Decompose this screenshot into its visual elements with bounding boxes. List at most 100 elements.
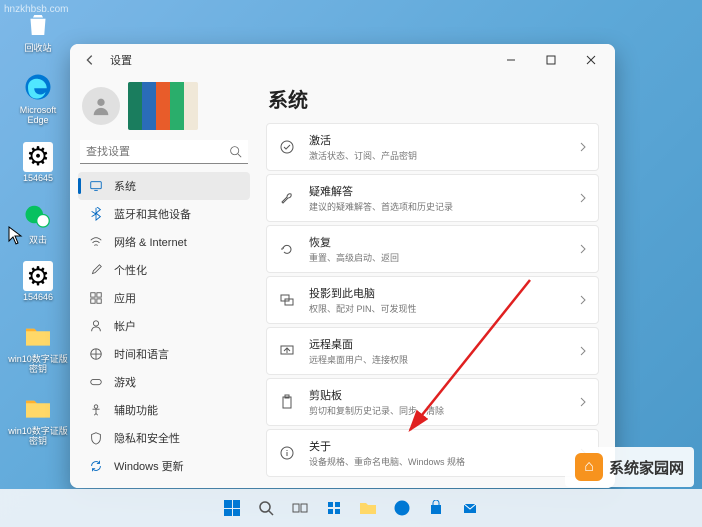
nav-label: 帐户 [114, 318, 136, 334]
profile-area[interactable] [78, 80, 250, 136]
close-button[interactable] [575, 48, 607, 72]
back-button[interactable] [78, 48, 102, 72]
shield-icon [88, 430, 104, 446]
page-title: 系统 [266, 84, 599, 113]
card-title: 关于 [309, 438, 578, 454]
house-icon: ⌂ [575, 453, 603, 481]
desktop-icon-wechat[interactable]: 双击 [8, 200, 68, 246]
search-box[interactable] [80, 140, 248, 164]
nav-label: 个性化 [114, 262, 147, 278]
desktop-icon-folder3[interactable]: win10数字证版密钥 [8, 319, 68, 375]
nav-label: 辅助功能 [114, 402, 158, 418]
icon-label: 154645 [23, 174, 53, 184]
nav-item-bluetooth[interactable]: 蓝牙和其他设备 [78, 200, 250, 228]
watermark-badge: ⌂ 系统家园网 [565, 447, 694, 487]
desktop-icon-edge[interactable]: Microsoft Edge [8, 70, 68, 126]
taskbar-explorer[interactable] [353, 493, 383, 523]
card-subtitle: 激活状态、订阅、产品密钥 [309, 149, 578, 162]
desktop-icon-settings1[interactable]: ⚙ 154645 [8, 142, 68, 184]
taskbar-search[interactable] [251, 493, 281, 523]
nav-label: 应用 [114, 290, 136, 306]
icon-label: Microsoft Edge [8, 106, 68, 126]
chevron-right-icon [578, 244, 588, 254]
card-remote-desktop[interactable]: 远程桌面远程桌面用户、连接权限 [266, 327, 599, 375]
card-title: 剪贴板 [309, 387, 578, 403]
nav-label: Windows 更新 [114, 458, 184, 474]
icon-label: 双击 [29, 236, 47, 246]
clipboard-icon [277, 392, 297, 412]
card-activation[interactable]: 激活激活状态、订阅、产品密钥 [266, 123, 599, 171]
nav-item-time-language[interactable]: 时间和语言 [78, 340, 250, 368]
card-title: 恢复 [309, 234, 578, 250]
card-project[interactable]: 投影到此电脑权限、配对 PIN、可发现性 [266, 276, 599, 324]
icon-label: win10数字证版密钥 [8, 427, 68, 447]
folder-icon [21, 391, 55, 425]
nav-label: 游戏 [114, 374, 136, 390]
card-subtitle: 建议的疑难解答、首选项和历史记录 [309, 200, 578, 213]
nav-item-accounts[interactable]: 帐户 [78, 312, 250, 340]
wrench-icon [277, 188, 297, 208]
desktop-icons: 回收站 Microsoft Edge ⚙ 154645 双击 ⚙ 154646 … [8, 8, 68, 447]
nav-item-windows-update[interactable]: Windows 更新 [78, 452, 250, 480]
card-clipboard[interactable]: 剪贴板剪切和复制历史记录、同步、清除 [266, 378, 599, 426]
nav-item-system[interactable]: 系统 [78, 172, 250, 200]
watermark-text: hnzkhbsb.com [4, 4, 68, 15]
nav-label: 网络 & Internet [114, 234, 187, 250]
apps-icon [88, 290, 104, 306]
chevron-right-icon [578, 142, 588, 152]
taskbar-store[interactable] [421, 493, 451, 523]
search-icon [229, 145, 242, 158]
icon-label: 154646 [23, 293, 53, 303]
taskbar-widgets[interactable] [319, 493, 349, 523]
desktop-icon-folder2[interactable]: ⚙ 154646 [8, 261, 68, 303]
taskbar-taskview[interactable] [285, 493, 315, 523]
card-title: 激活 [309, 132, 578, 148]
main-panel: 系统 激活激活状态、订阅、产品密钥 疑难解答建议的疑难解答、首选项和历史记录 恢… [258, 76, 615, 488]
minimize-button[interactable] [495, 48, 527, 72]
chevron-right-icon [578, 397, 588, 407]
search-input[interactable] [86, 146, 229, 158]
wechat-icon [21, 200, 55, 234]
nav-item-privacy[interactable]: 隐私和安全性 [78, 424, 250, 452]
gamepad-icon [88, 374, 104, 390]
settings-window: 设置 系统 蓝牙和其 [70, 44, 615, 488]
nav-item-apps[interactable]: 应用 [78, 284, 250, 312]
nav-item-network[interactable]: 网络 & Internet [78, 228, 250, 256]
icon-label: win10数字证版密钥 [8, 355, 68, 375]
wifi-icon [88, 234, 104, 250]
remote-icon [277, 341, 297, 361]
card-troubleshoot[interactable]: 疑难解答建议的疑难解答、首选项和历史记录 [266, 174, 599, 222]
nav-label: 系统 [114, 178, 136, 194]
system-icon [88, 178, 104, 194]
card-about[interactable]: 关于设备规格、重命名电脑、Windows 规格 [266, 429, 599, 477]
info-icon [277, 443, 297, 463]
avatar [82, 87, 120, 125]
windows-icon [224, 500, 240, 516]
taskbar-mail[interactable] [455, 493, 485, 523]
settings-cards: 激活激活状态、订阅、产品密钥 疑难解答建议的疑难解答、首选项和历史记录 恢复重置… [266, 123, 599, 477]
desktop-icon-folder4[interactable]: win10数字证版密钥 [8, 391, 68, 447]
brush-icon [88, 262, 104, 278]
profile-banner [128, 82, 198, 130]
chevron-right-icon [578, 346, 588, 356]
start-button[interactable] [217, 493, 247, 523]
nav-label: 时间和语言 [114, 346, 169, 362]
watermark-label: 系统家园网 [609, 457, 684, 478]
card-title: 投影到此电脑 [309, 285, 578, 301]
nav-item-gaming[interactable]: 游戏 [78, 368, 250, 396]
globe-icon [88, 346, 104, 362]
update-icon [88, 458, 104, 474]
chevron-right-icon [578, 193, 588, 203]
card-recovery[interactable]: 恢复重置、高级启动、返回 [266, 225, 599, 273]
edge-icon [21, 70, 55, 104]
user-icon [88, 318, 104, 334]
card-subtitle: 重置、高级启动、返回 [309, 251, 578, 264]
taskbar [0, 489, 702, 527]
nav-item-personalization[interactable]: 个性化 [78, 256, 250, 284]
maximize-button[interactable] [535, 48, 567, 72]
taskbar-edge[interactable] [387, 493, 417, 523]
chevron-right-icon [578, 295, 588, 305]
nav-item-accessibility[interactable]: 辅助功能 [78, 396, 250, 424]
titlebar: 设置 [70, 44, 615, 76]
recovery-icon [277, 239, 297, 259]
